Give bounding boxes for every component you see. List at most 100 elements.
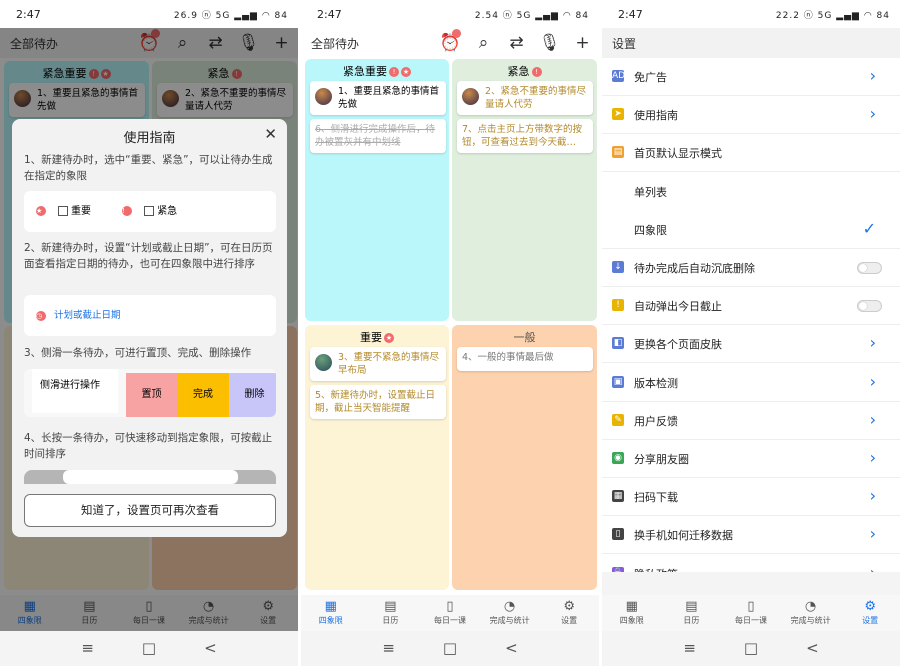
menu-icon[interactable]: ≡ — [683, 639, 696, 666]
important-checkbox[interactable] — [58, 206, 68, 216]
settings-row[interactable]: AD 免广告 › — [602, 58, 900, 96]
home-icon[interactable]: □ — [744, 639, 758, 666]
toggle-switch[interactable] — [857, 262, 882, 274]
add-icon[interactable]: + — [566, 31, 599, 55]
avatar — [315, 88, 332, 105]
todo-item[interactable]: 5、新建待办时，设置截止日期，截止当天智能提醒 — [310, 385, 446, 419]
system-nav-bar: ≡ □ < — [0, 631, 298, 666]
tab-quadrant[interactable]: ▦ 四象限 — [602, 595, 662, 631]
star-icon: ★ — [36, 206, 46, 216]
todo-item[interactable]: 3、重要不紧急的事情尽早布局 — [310, 347, 446, 381]
screen-quadrant-with-guide: 2:47 26.9 ⓝ 5G ▂▄▆ ◠ 84 全部待办 ⏰ ⌕ ⇄ 🎙 + 紧… — [0, 0, 298, 666]
tab-settings[interactable]: ⚙ 设置 — [539, 595, 599, 631]
version-icon: ▣ — [612, 375, 624, 388]
tab-settings[interactable]: ⚙ 设置 — [840, 595, 900, 631]
settings-row[interactable]: ✎ 用户反馈 › — [602, 402, 900, 440]
settings-row[interactable]: ▦ 扫码下载 › — [602, 478, 900, 517]
phone-icon: ▯ — [446, 599, 454, 614]
toggle-switch[interactable] — [857, 300, 882, 313]
phone-icon: ▯ — [747, 599, 755, 614]
settings-row[interactable]: 四象限 ✓ — [602, 211, 900, 249]
guide-step-3: 3、侧滑一条待办，可进行置顶、完成、删除操作 — [24, 347, 252, 359]
back-icon[interactable]: < — [204, 639, 217, 666]
settings-row[interactable]: ◧ 更换各个页面皮肤 › — [602, 325, 900, 364]
status-icons: 22.2 ⓝ 5G ▂▄▆ ◠ 84 — [775, 11, 890, 21]
home-icon[interactable]: □ — [142, 639, 156, 666]
calendar-icon: ▤ — [384, 599, 397, 614]
chevron-right-icon: › — [869, 409, 876, 429]
settings-row[interactable]: ↓ 待办完成后自动沉底删除 — [602, 249, 900, 287]
page-title: 全部待办 — [311, 37, 360, 51]
settings-row[interactable]: ▯ 换手机如何迁移数据 › — [602, 516, 900, 555]
swipe-label: 侧滑进行操作 — [32, 369, 118, 413]
menu-icon[interactable]: ≡ — [81, 639, 94, 666]
urgent-checkbox[interactable] — [144, 206, 155, 216]
delete-button[interactable]: 删除 — [229, 373, 276, 417]
chevron-right-icon: › — [869, 104, 876, 124]
todo-item[interactable]: 4、一般的事情最后做 — [457, 347, 593, 371]
settings-row[interactable]: ▣ 版本检测 › — [602, 364, 900, 402]
pie-chart-icon: ◔ — [804, 599, 817, 614]
pin-button[interactable]: 置顶 — [126, 373, 177, 417]
complete-button[interactable]: 完成 — [177, 373, 229, 417]
avatar — [462, 88, 479, 105]
alarm-icon[interactable]: ⏰ — [434, 29, 467, 55]
settings-row-label: 四象限 — [634, 223, 667, 237]
dialog-title: 使用指南 — [123, 131, 176, 146]
urgent-icon: ! — [122, 206, 133, 216]
swap-icon[interactable]: ⇄ — [500, 31, 533, 55]
todo-item[interactable]: 1、重要且紧急的事情首先做 — [310, 81, 446, 115]
system-nav-bar: ≡ □ < — [602, 631, 900, 666]
gear-icon: ⚙ — [563, 599, 575, 614]
todo-item-completed[interactable]: 6、侧滑进行完成操作后，待办被置灰并有中划线 — [310, 119, 446, 153]
tab-daily-lesson[interactable]: ▯ 每日一课 — [721, 595, 781, 631]
top-bar: 全部待办 ⏰ ⌕ ⇄ 🎙 + — [301, 28, 599, 58]
settings-row-label: 免广告 — [634, 71, 667, 84]
settings-row-label: 使用指南 — [634, 109, 678, 123]
settings-row-label: 更换各个页面皮肤 — [634, 338, 722, 352]
tab-daily-lesson[interactable]: ▯ 每日一课 — [420, 595, 480, 631]
status-icons: 26.9 ⓝ 5G ▂▄▆ ◠ 84 — [173, 11, 288, 21]
settings-row-label: 单列表 — [634, 185, 667, 199]
tab-stats[interactable]: ◔ 完成与统计 — [781, 595, 841, 631]
guide-dialog: 使用指南 ✕ 1、新建待办时，选中“重要、紧急”，可以让待办生成在指定的象限 ★… — [12, 119, 287, 537]
search-icon[interactable]: ⌕ — [467, 31, 500, 55]
settings-row[interactable]: 单列表 — [602, 173, 900, 211]
settings-row-label: 首页默认显示模式 — [634, 147, 722, 161]
status-bar: 2:47 2.54 ⓝ 5G ▂▄▆ ◠ 84 — [301, 0, 599, 28]
settings-row: ▤ 首页默认显示模式 — [602, 134, 900, 173]
share-icon: ◉ — [612, 452, 624, 464]
home-icon[interactable]: □ — [443, 639, 457, 666]
status-bar: 2:47 26.9 ⓝ 5G ▂▄▆ ◠ 84 — [0, 0, 298, 28]
grid-icon: ▦ — [625, 599, 638, 614]
todo-item[interactable]: 2、紧急不重要的事情尽量请人代劳 — [457, 81, 593, 115]
got-it-button[interactable]: 知道了，设置页可再次查看 — [24, 494, 276, 527]
menu-icon[interactable]: ≡ — [382, 639, 395, 666]
compass-icon: ➤ — [612, 108, 624, 121]
clock-icon: ◷ — [36, 310, 46, 321]
example-date-field: ◷ 计划或截止日期 — [24, 295, 276, 336]
tab-stats[interactable]: ◔ 完成与统计 — [480, 595, 540, 631]
pie-chart-icon: ◔ — [503, 599, 516, 614]
back-icon[interactable]: < — [505, 639, 518, 666]
grid-icon: ▦ — [324, 599, 337, 614]
todo-item[interactable]: 7、点击主页上方带数字的按钮，可查看过去到今天截… — [457, 119, 593, 153]
close-icon[interactable]: ✕ — [264, 125, 277, 143]
bottom-tab-bar: ▦ 四象限 ▤ 日历 ▯ 每日一课 ◔ 完成与统计 ⚙ 设置 — [602, 595, 900, 631]
settings-row[interactable]: ◉ 分享朋友圈 › — [602, 440, 900, 478]
settings-row[interactable]: ➤ 使用指南 › — [602, 96, 900, 135]
status-bar: 2:47 22.2 ⓝ 5G ▂▄▆ ◠ 84 — [602, 0, 900, 28]
star-icon: ★ — [401, 67, 411, 77]
settings-row-label: 换手机如何迁移数据 — [634, 529, 733, 543]
ad-icon: AD — [612, 70, 626, 82]
back-icon[interactable]: < — [806, 639, 819, 666]
quadrant-general: 一般 4、一般的事情最后做 — [452, 325, 597, 590]
system-nav-bar: ≡ □ < — [301, 631, 599, 666]
settings-row[interactable]: ! 自动弹出今日截止 — [602, 287, 900, 326]
tab-quadrant[interactable]: ▦ 四象限 — [301, 595, 361, 631]
chevron-right-icon: › — [869, 524, 876, 544]
tab-calendar[interactable]: ▤ 日历 — [662, 595, 722, 631]
tab-calendar[interactable]: ▤ 日历 — [361, 595, 421, 631]
quadrant-urgent-important: 紧急重要! ★ 1、重要且紧急的事情首先做 6、侧滑进行完成操作后，待办被置灰并有… — [305, 59, 449, 321]
mic-icon[interactable]: 🎙 — [533, 31, 566, 55]
